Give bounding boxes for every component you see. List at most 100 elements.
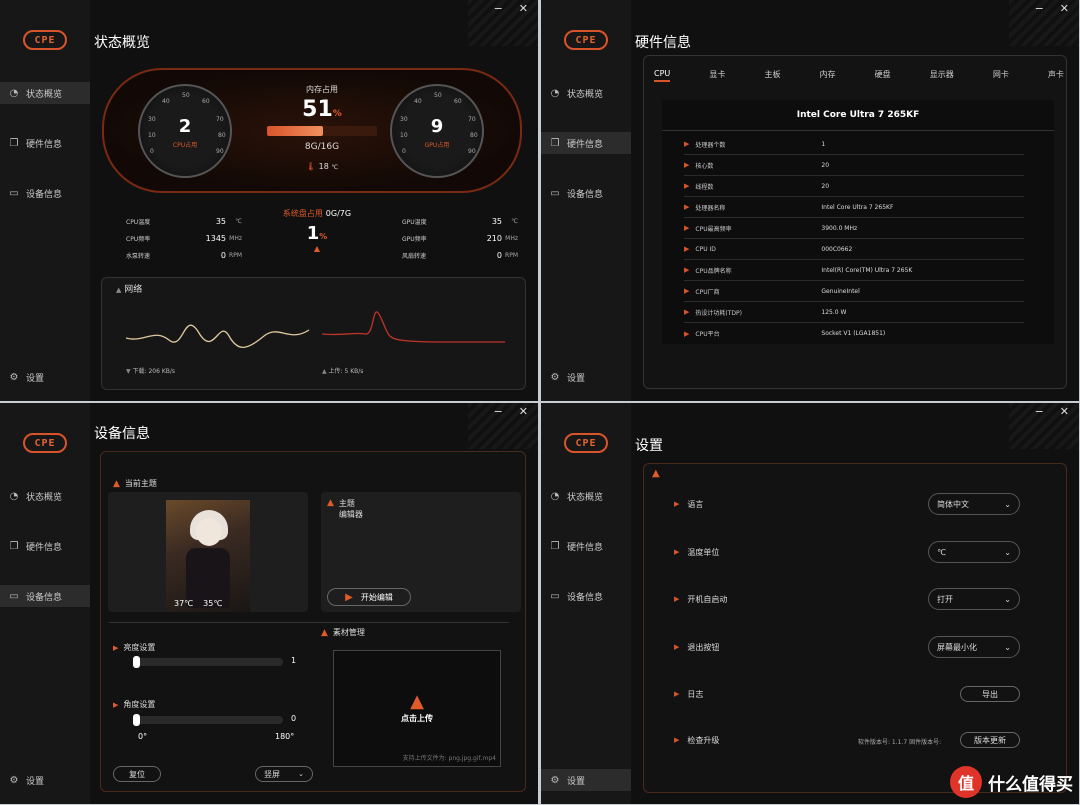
slider-knob[interactable] [133,656,140,668]
watermark: 值什么值得买 [950,766,1073,798]
sidebar: CPE ◔ 状态概览 ❐ 硬件信息 ▭ 设备信息 ⚙ 设置 [541,0,631,401]
orientation-dropdown[interactable]: 竖屏 ⌄ [255,766,313,782]
tab-cpu[interactable]: CPU [654,69,671,82]
nav-overview[interactable]: ◔ 状态概览 [0,82,90,104]
tab-network[interactable]: 网卡 [993,69,1009,82]
hardware-tabs: CPU 显卡 主板 内存 硬盘 显示器 网卡 声卡 [654,69,1064,82]
nav-device[interactable]: ▭ 设备信息 [0,182,90,204]
gpu-stats: GPU温度 35 ℃ GPU频率 210 MHz 风扇转速 0 RPM [402,217,518,260]
gauge-icon: ◔ [550,490,560,502]
nav-hardware[interactable]: ❐ 硬件信息 [0,132,90,154]
nav-hardware[interactable]: ❐ 硬件信息 [541,535,631,557]
angle-heading: ▶ 角度设置 [113,700,156,709]
cpu-usage-label: CPU占用 [172,142,198,149]
tab-display[interactable]: 显示器 [930,69,954,82]
tab-disk[interactable]: 硬盘 [875,69,891,82]
chevron-down-icon: ⌄ [1004,594,1011,604]
cpu-gauge: 0 10 30 40 50 60 70 80 90 2 CPU占用 [138,84,232,178]
memory-bar-fill [267,126,324,136]
start-edit-button[interactable]: ▶ 开始编辑 [327,588,411,606]
gauge-icon: ◔ [9,87,19,99]
minimize-button[interactable]: − [1035,2,1044,15]
copy-icon: ❐ [550,137,560,149]
nav-device[interactable]: ▭ 设备信息 [541,585,631,607]
upload-area[interactable]: ▲ 点击上传 支持上传文件为: png,jpg,gif,mp4 [333,650,501,767]
memory-bar [267,126,377,136]
warning-triangle-icon: ▲ [321,627,328,638]
info-row: ▶ CPU厂商 GenuineIntel [684,281,1024,302]
nav-settings[interactable]: ⚙ 设置 [541,366,631,388]
close-button[interactable]: ✕ [1060,2,1069,15]
page-title: 设备信息 [94,426,150,442]
chevron-down-icon: ⌄ [298,770,304,778]
close-button[interactable]: ✕ [519,405,528,418]
minimize-button[interactable]: − [494,2,503,15]
watermark-logo-icon: 值 [950,766,982,798]
cpu-name: Intel Core Ultra 7 265KF [796,110,920,120]
device-window: CPE ◔ 状态概览 ❐ 硬件信息 ▭ 设备信息 ⚙ 设置 − ✕ 设备信息 ▲ 当前主题 … [0,403,538,804]
monitor-icon: ▭ [9,590,19,602]
nav-settings[interactable]: ⚙ 设置 [0,769,90,791]
warning-triangle-icon: ▲ [113,478,120,489]
nav-hardware[interactable]: ❐ 硬件信息 [0,535,90,557]
info-row: ▶ CPU品牌名称 Intel(R) Core(TM) Ultra 7 265K [684,260,1024,281]
brightness-value: 1 [291,656,297,665]
minimize-button[interactable]: − [494,405,503,418]
memory-temp: 🌡 18 ℃ [305,162,339,171]
warning-triangle-icon: ▲ [327,498,334,508]
upload-triangle-icon: ▲ [410,691,424,712]
theme-preview-box: 37℃ 35℃ [108,492,308,612]
close-button[interactable]: ✕ [519,2,528,15]
hardware-panel: CPU 显卡 主板 内存 硬盘 显示器 网卡 声卡 Intel Core Ult… [643,55,1067,389]
autostart-dropdown[interactable]: 打开 ⌄ [928,588,1020,610]
info-row: ▶ 处理器名称 Intel Core Ultra 7 265KF [684,197,1024,218]
update-button[interactable]: 版本更新 [960,732,1020,748]
slider-knob[interactable] [133,714,140,726]
play-icon: ▶ [113,700,119,709]
chevron-down-icon: ⌄ [1004,547,1011,557]
network-panel: ▲ 网络 ▼ 下载: 206 KB/s ▲ 上传: 5 KB/s [101,277,526,390]
info-row: ▶ 处理器个数 1 [684,134,1024,155]
gear-icon: ⚙ [550,774,560,786]
memory-panel: 内存占用 51% 8G/16G 🌡 18 ℃ [262,84,382,171]
upload-speed: ▲ 上传: 5 KB/s [322,368,364,375]
angle-value: 0 [291,714,297,723]
angle-slider[interactable] [133,714,283,726]
tab-gpu[interactable]: 显卡 [709,69,725,82]
nav-device[interactable]: ▭ 设备信息 [541,182,631,204]
nav-overview[interactable]: ◔ 状态概览 [541,485,631,507]
tab-sound[interactable]: 声卡 [1048,69,1064,82]
nav-overview[interactable]: ◔ 状态概览 [541,82,631,104]
nav-settings[interactable]: ⚙ 设置 [0,366,90,388]
nav-device[interactable]: ▭ 设备信息 [0,585,90,607]
editor-box: ▲ 主题 编辑器 ▶ 开始编辑 [321,492,521,612]
minimize-button[interactable]: − [1035,405,1044,418]
close-button[interactable]: ✕ [1060,405,1069,418]
nav-overview[interactable]: ◔ 状态概览 [0,485,90,507]
play-icon: ▶ [113,643,119,652]
nav-settings[interactable]: ⚙ 设置 [541,769,631,791]
temp-unit-dropdown[interactable]: ℃ ⌄ [928,541,1020,563]
exit-button-dropdown[interactable]: 屏幕最小化 ⌄ [928,636,1020,658]
sidebar: CPE ◔ 状态概览 ❐ 硬件信息 ▭ 设备信息 ⚙ 设置 [0,0,90,401]
export-button[interactable]: 导出 [960,686,1020,702]
tab-motherboard[interactable]: 主板 [764,69,780,82]
reset-button[interactable]: 复位 [113,766,161,782]
nav-hardware[interactable]: ❐ 硬件信息 [541,132,631,154]
download-graph [125,324,310,348]
info-row: ▶ 热设计功耗(TDP) 125.0 W [684,302,1024,323]
cpu-info-card: Intel Core Ultra 7 265KF ▶ 处理器个数 1 ▶ 核心数 20 … [662,100,1054,344]
disk-panel: 系统盘占用 0G/7G 1% ▲ [262,208,372,253]
chevron-down-icon: ⌄ [1004,642,1011,652]
brightness-slider[interactable] [133,656,283,668]
play-icon: ▶ [345,591,353,603]
angle-max: 180° [275,732,295,741]
brightness-heading: ▶ 亮度设置 [113,643,156,652]
copy-icon: ❐ [550,540,560,552]
language-dropdown[interactable]: 简体中文 ⌄ [928,493,1020,515]
monitor-icon: ▭ [9,187,19,199]
triangle-icon: ▲ [116,286,122,294]
version-info: 软件版本号: 1.1.7 固件版本号: [858,739,942,746]
tab-memory[interactable]: 内存 [820,69,836,82]
settings-window: CPE ◔ 状态概览 ❐ 硬件信息 ▭ 设备信息 ⚙ 设置 − ✕ 设置 ▲ ▶ 语言 简体… [541,403,1079,804]
